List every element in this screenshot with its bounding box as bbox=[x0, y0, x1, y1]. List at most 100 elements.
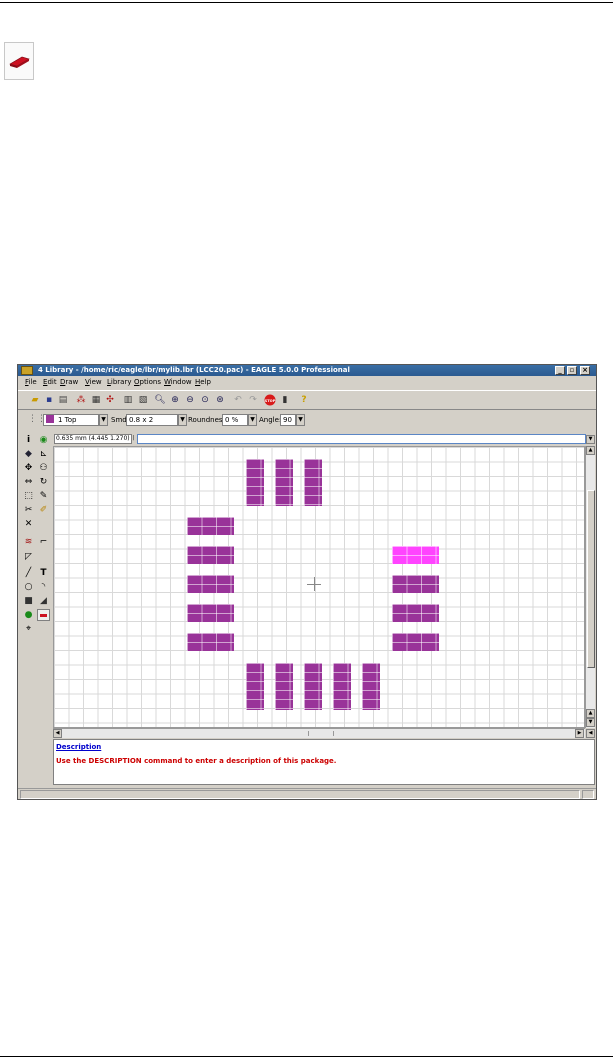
menu-options[interactable]: Options bbox=[134, 378, 161, 386]
smd-size-input[interactable]: 0.8 x 2 bbox=[126, 414, 178, 426]
zoom-redraw-icon[interactable]: ⊙ bbox=[199, 394, 211, 406]
menu-view[interactable]: View bbox=[85, 378, 102, 386]
scroll-left-button[interactable]: ◀ bbox=[53, 729, 62, 738]
move-icon[interactable]: ✥ bbox=[22, 462, 35, 474]
undo-icon[interactable]: ↶ bbox=[232, 394, 244, 406]
smd-pad[interactable] bbox=[304, 459, 322, 506]
show-icon[interactable]: ◉ bbox=[37, 434, 50, 446]
go-icon[interactable]: ▮ bbox=[279, 394, 291, 406]
run-icon[interactable]: ✣ bbox=[104, 394, 116, 406]
delete-icon[interactable]: ✕ bbox=[22, 518, 35, 530]
title-bar[interactable]: 4 Library - /home/ric/eagle/lbr/mylib.lb… bbox=[18, 365, 596, 376]
hscroll-left-button-2[interactable]: ◀ bbox=[586, 729, 595, 738]
open-icon[interactable]: ▰ bbox=[29, 394, 41, 406]
minimize-button[interactable]: _ bbox=[555, 366, 565, 375]
paste-icon[interactable]: ✐ bbox=[37, 504, 50, 516]
script-icon[interactable]: ▦ bbox=[90, 394, 102, 406]
grid-icon[interactable]: ⋮⋮ bbox=[28, 413, 46, 425]
smd-tool-icon[interactable] bbox=[37, 609, 50, 621]
pad-icon[interactable]: ● bbox=[22, 609, 35, 621]
smd-pad[interactable] bbox=[187, 575, 234, 593]
smd-pad[interactable] bbox=[187, 633, 234, 651]
polygon-icon[interactable]: ◢ bbox=[37, 595, 50, 607]
horizontal-scrollbar[interactable]: ◀ ▶ bbox=[53, 728, 585, 738]
cam-icon[interactable]: ⁂ bbox=[75, 394, 87, 406]
circle-icon[interactable]: ○ bbox=[22, 581, 35, 593]
angle-input[interactable]: 90 bbox=[280, 414, 296, 426]
angle-dropdown-button[interactable]: ▼ bbox=[296, 414, 305, 426]
rotate-icon[interactable]: ↻ bbox=[37, 476, 50, 488]
layer-select[interactable]: 1 Top bbox=[43, 414, 99, 426]
menu-help[interactable]: Help bbox=[195, 378, 211, 386]
cmdline-dropdown-button[interactable]: ▼ bbox=[586, 435, 595, 444]
smd-pad[interactable] bbox=[246, 459, 264, 506]
smd-pad[interactable] bbox=[187, 517, 234, 535]
smd-pad-selected[interactable] bbox=[392, 546, 439, 564]
menu-library[interactable]: Library bbox=[107, 378, 131, 386]
smd-pad[interactable] bbox=[392, 604, 439, 622]
roundness-dropdown-button[interactable]: ▼ bbox=[248, 414, 257, 426]
vertical-scrollbar[interactable]: ▲ ▲ ▼ bbox=[585, 446, 595, 728]
zoom-out-icon[interactable]: ⊖ bbox=[184, 394, 196, 406]
zoom-in-icon[interactable]: ⊕ bbox=[169, 394, 181, 406]
layer-dropdown-button[interactable]: ▼ bbox=[99, 414, 108, 426]
smd-pad[interactable] bbox=[362, 663, 380, 710]
origin-cross-vertical bbox=[314, 577, 315, 591]
menu-edit[interactable]: Edit bbox=[43, 378, 57, 386]
text-icon[interactable]: T bbox=[37, 567, 50, 579]
change-icon[interactable]: ✎ bbox=[37, 490, 50, 502]
redo-icon[interactable]: ↷ bbox=[247, 394, 259, 406]
status-indicator bbox=[582, 790, 594, 799]
scroll-down-button[interactable]: ▼ bbox=[586, 718, 595, 727]
save-icon[interactable]: ▪ bbox=[43, 394, 55, 406]
smd-pad[interactable] bbox=[275, 663, 293, 710]
scroll-up-button[interactable]: ▲ bbox=[586, 709, 595, 718]
smd-pad[interactable] bbox=[187, 604, 234, 622]
smd-pad[interactable] bbox=[333, 663, 351, 710]
roundness-input[interactable]: 0 % bbox=[222, 414, 248, 426]
wire-icon[interactable]: ╱ bbox=[22, 567, 35, 579]
menu-draw[interactable]: Draw bbox=[60, 378, 78, 386]
horizontal-scroll-grip[interactable] bbox=[308, 731, 334, 736]
mirror-icon[interactable]: ⇔ bbox=[22, 476, 35, 488]
print-icon[interactable]: ▤ bbox=[57, 394, 69, 406]
smd-pad[interactable] bbox=[275, 459, 293, 506]
hole-icon[interactable]: ⌖ bbox=[22, 623, 35, 635]
menu-window[interactable]: Window bbox=[164, 378, 192, 386]
menu-file[interactable]: File bbox=[25, 378, 37, 386]
zoom-fit-icon[interactable]: 🔍︎ bbox=[154, 394, 166, 406]
maximize-button[interactable]: ▫ bbox=[567, 366, 577, 375]
status-bar bbox=[18, 788, 596, 799]
drawing-canvas[interactable] bbox=[53, 446, 585, 728]
board-icon[interactable]: ▥ bbox=[122, 394, 134, 406]
scroll-right-button[interactable]: ▶ bbox=[575, 729, 584, 738]
help-icon[interactable]: ? bbox=[298, 394, 310, 406]
description-link[interactable]: Description bbox=[56, 743, 101, 751]
group-icon[interactable]: ⬚ bbox=[22, 490, 35, 502]
rect-icon[interactable]: ■ bbox=[22, 595, 35, 607]
name-icon[interactable]: ≋ bbox=[22, 536, 35, 548]
zoom-select-icon[interactable]: ⊛ bbox=[214, 394, 226, 406]
eagle-window: 4 Library - /home/ric/eagle/lbr/mylib.lb… bbox=[17, 364, 597, 800]
smash-icon[interactable]: ◸ bbox=[22, 551, 35, 563]
stop-icon[interactable]: STOP bbox=[264, 394, 276, 406]
display-icon[interactable]: ◆ bbox=[22, 448, 35, 460]
close-button[interactable]: × bbox=[580, 366, 590, 375]
info-icon[interactable]: i bbox=[22, 434, 35, 446]
smd-pad[interactable] bbox=[392, 633, 439, 651]
smd-pad[interactable] bbox=[246, 663, 264, 710]
mark-icon[interactable]: ⊾ bbox=[37, 448, 50, 460]
copy-icon[interactable]: ⚇ bbox=[37, 462, 50, 474]
schematic-icon[interactable]: ▧ bbox=[137, 394, 149, 406]
cmdline-left-marker: | bbox=[132, 435, 135, 441]
smd-pad[interactable] bbox=[187, 546, 234, 564]
smd-pad[interactable] bbox=[304, 663, 322, 710]
split-icon[interactable]: ✂ bbox=[22, 504, 35, 516]
command-input[interactable] bbox=[137, 434, 586, 444]
smd-size-dropdown-button[interactable]: ▼ bbox=[178, 414, 187, 426]
miter-icon[interactable]: ⌐ bbox=[37, 536, 50, 548]
vertical-scroll-thumb[interactable] bbox=[587, 490, 595, 668]
scroll-up-top-button[interactable]: ▲ bbox=[586, 446, 595, 455]
arc-icon[interactable]: ◝ bbox=[37, 581, 50, 593]
smd-pad[interactable] bbox=[392, 575, 439, 593]
